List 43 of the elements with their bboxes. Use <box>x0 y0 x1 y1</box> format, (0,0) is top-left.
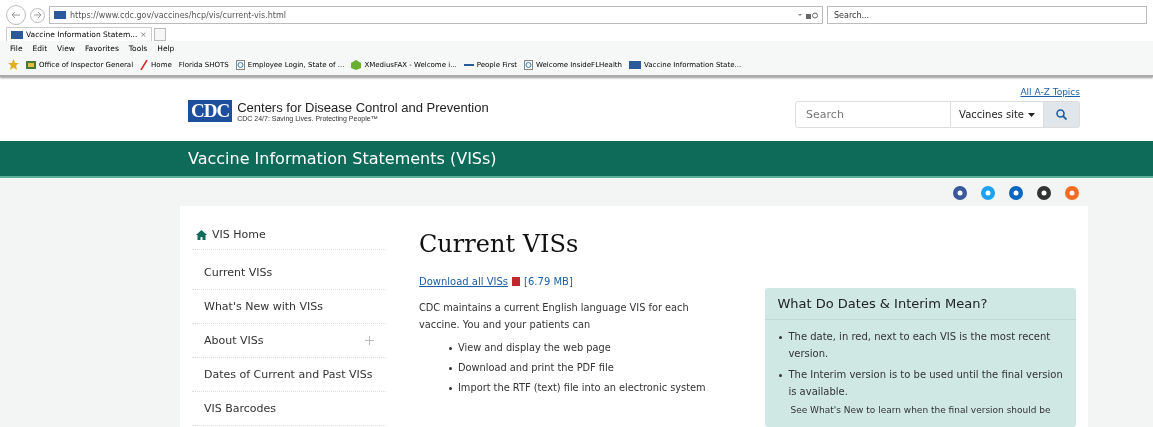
back-arrow-icon <box>11 10 21 20</box>
folder-icon <box>26 59 36 70</box>
home-icon <box>196 229 207 240</box>
cdc-logo[interactable]: CDC <box>188 100 233 122</box>
sidebar-item[interactable]: About VISs <box>192 324 386 358</box>
page-icon <box>235 59 245 70</box>
plus-icon[interactable] <box>365 336 374 345</box>
site-icon <box>629 60 642 69</box>
a-z-link[interactable]: All A-Z Topics <box>1020 87 1080 97</box>
page-title: Current VISs <box>419 230 580 258</box>
sidebar-item[interactable]: What's New with VISs <box>192 290 386 324</box>
site-icon <box>11 30 23 39</box>
forward-arrow-icon <box>33 11 42 19</box>
info-title: What Do Dates & Interim Mean? <box>765 288 1076 320</box>
search-field[interactable]: Search <box>795 101 952 128</box>
sidebar-item[interactable]: Dates of Current and Past VISs <box>192 358 386 392</box>
new-tab-button[interactable] <box>153 27 166 41</box>
slash-icon <box>140 59 149 70</box>
list-item: Import the RTF (text) file into an electronic system <box>458 381 706 395</box>
site-name: Centers for Disease Control and Prevention <box>237 100 489 115</box>
intro-text: CDC maintains a current English language VIS for each vaccine. You and your patients can <box>419 301 690 332</box>
scope-dropdown[interactable]: Vaccines site <box>951 101 1044 128</box>
site-icon <box>54 11 66 19</box>
cube-icon <box>351 59 362 70</box>
pdf-icon <box>512 277 521 286</box>
address-bar[interactable]: https://www.cdc.gov/vaccines/hcp/vis/current-vis.html <box>49 6 823 24</box>
list-item: Download and print the PDF file <box>458 361 614 375</box>
sidebar-item[interactable]: VIS Barcodes <box>192 392 386 426</box>
sidebar-item[interactable]: VIS Home <box>192 220 386 250</box>
search-icon <box>1056 109 1067 120</box>
list-item: The date, in red, next to each VIS is the most recent version. <box>788 330 1052 361</box>
file-size: [6.79 MB] <box>524 276 573 287</box>
search-button[interactable] <box>1044 101 1080 128</box>
download-link[interactable]: Download all VISs <box>419 276 509 287</box>
list-item: View and display the web page <box>458 341 611 355</box>
info-note: See What's New to learn when the final version should be <box>789 404 1052 416</box>
caret-icon <box>1028 112 1035 117</box>
sidebar-item[interactable]: Current VISs <box>192 256 386 290</box>
star-icon[interactable] <box>8 59 19 70</box>
list-item: The Interim version is to be used until the final version is available. <box>788 368 1064 399</box>
page-icon <box>524 59 534 70</box>
page-banner: Vaccine Information Statements (VISs) <box>0 141 1153 178</box>
search-field[interactable]: Search... <box>827 6 1147 24</box>
